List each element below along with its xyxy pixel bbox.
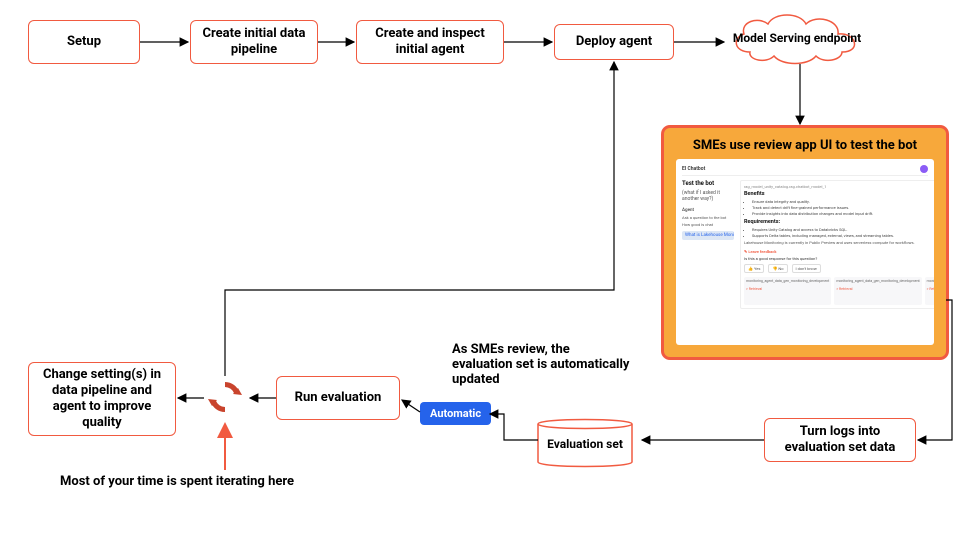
ss-rate-buttons: 👍 Yes 👎 No I don't know [744,264,934,273]
node-label: Evaluation set [530,437,640,451]
annotation-iterate: Most of your time is spent iterating her… [60,474,294,489]
node-setup: Setup [28,20,140,64]
node-create-pipeline: Create initial data pipeline [190,20,318,64]
annotation-sme-review: As SMEs review, the evaluation set is au… [452,342,632,387]
ss-note: Lakehouse Monitoring is currently in Pub… [744,240,934,245]
node-label: Change setting(s) in data pipeline and a… [35,367,169,432]
ss-feedback-link: ✎ Leave feedback [744,249,934,254]
node-label: Create and inspect initial agent [363,26,497,59]
ss-left-heading: Test the bot [682,180,734,187]
ss-sub1: (what if I asked it another way?) [682,190,734,202]
node-evaluation-set: Evaluation set [530,414,640,472]
ss-benefits-list: Ensure data integrity and quality. Track… [744,199,934,217]
automatic-badge: Automatic [420,402,491,425]
ss-sub2: Agent [682,208,734,213]
node-change-settings: Change setting(s) in data pipeline and a… [28,362,176,436]
ss-reqs-heading: Requirements: [744,219,934,225]
ss-model-path: rag_model_unity_catalog.rag.chatbot_mode… [744,184,934,189]
node-label: Model Serving endpoint [723,31,871,45]
cycle-icon [204,376,246,418]
node-label: Create initial data pipeline [197,26,311,59]
node-run-evaluation: Run evaluation [276,376,400,420]
node-label: Deploy agent [576,34,652,50]
ss-rate-yes: 👍 Yes [744,264,764,273]
ss-retrieval-card: monitoring_agent_data_gen_monitoring_dev… [834,277,921,305]
ss-reqs-list: Requires Unity Catalog and access to Dat… [744,227,934,238]
node-serving-endpoint: Model Serving endpoint [722,8,872,68]
app-card-title: SMEs use review app UI to test the bot [676,138,934,153]
ss-retrieval-card: monitoring_agent_data_gen_monitoring_dev… [744,277,831,305]
ss-retrieval-cards: monitoring_agent_data_gen_monitoring_dev… [744,277,934,305]
review-app-screenshot: EI Chatbot Test the bot (what if I asked… [676,159,934,345]
node-deploy: Deploy agent [554,24,674,60]
ss-benefits-heading: Benefits [744,191,934,197]
ss-retrieval-card: monitoring_agent_data_gen_monitoring_dev… [925,277,934,305]
node-label: Turn logs into evaluation set data [771,424,909,457]
ss-question: Is this a good response for this questio… [744,256,934,261]
node-create-agent: Create and inspect initial agent [356,20,504,64]
badge-label: Automatic [430,407,481,420]
ss-rate-no: 👎 No [768,264,787,273]
ss-help2: How good is chat [682,222,734,227]
node-label: Run evaluation [295,390,382,406]
avatar-icon [920,165,928,173]
ss-chat-bubble: What is Lakehouse Monitoring? [682,231,734,240]
node-turn-logs: Turn logs into evaluation set data [764,418,916,462]
sme-review-app-card: SMEs use review app UI to test the bot E… [664,128,946,357]
ss-rate-dk: I don't know [792,264,821,273]
ss-app-title: EI Chatbot [682,166,705,172]
node-label: Setup [67,34,101,50]
ss-help1: Ask a question to the bot [682,215,734,220]
